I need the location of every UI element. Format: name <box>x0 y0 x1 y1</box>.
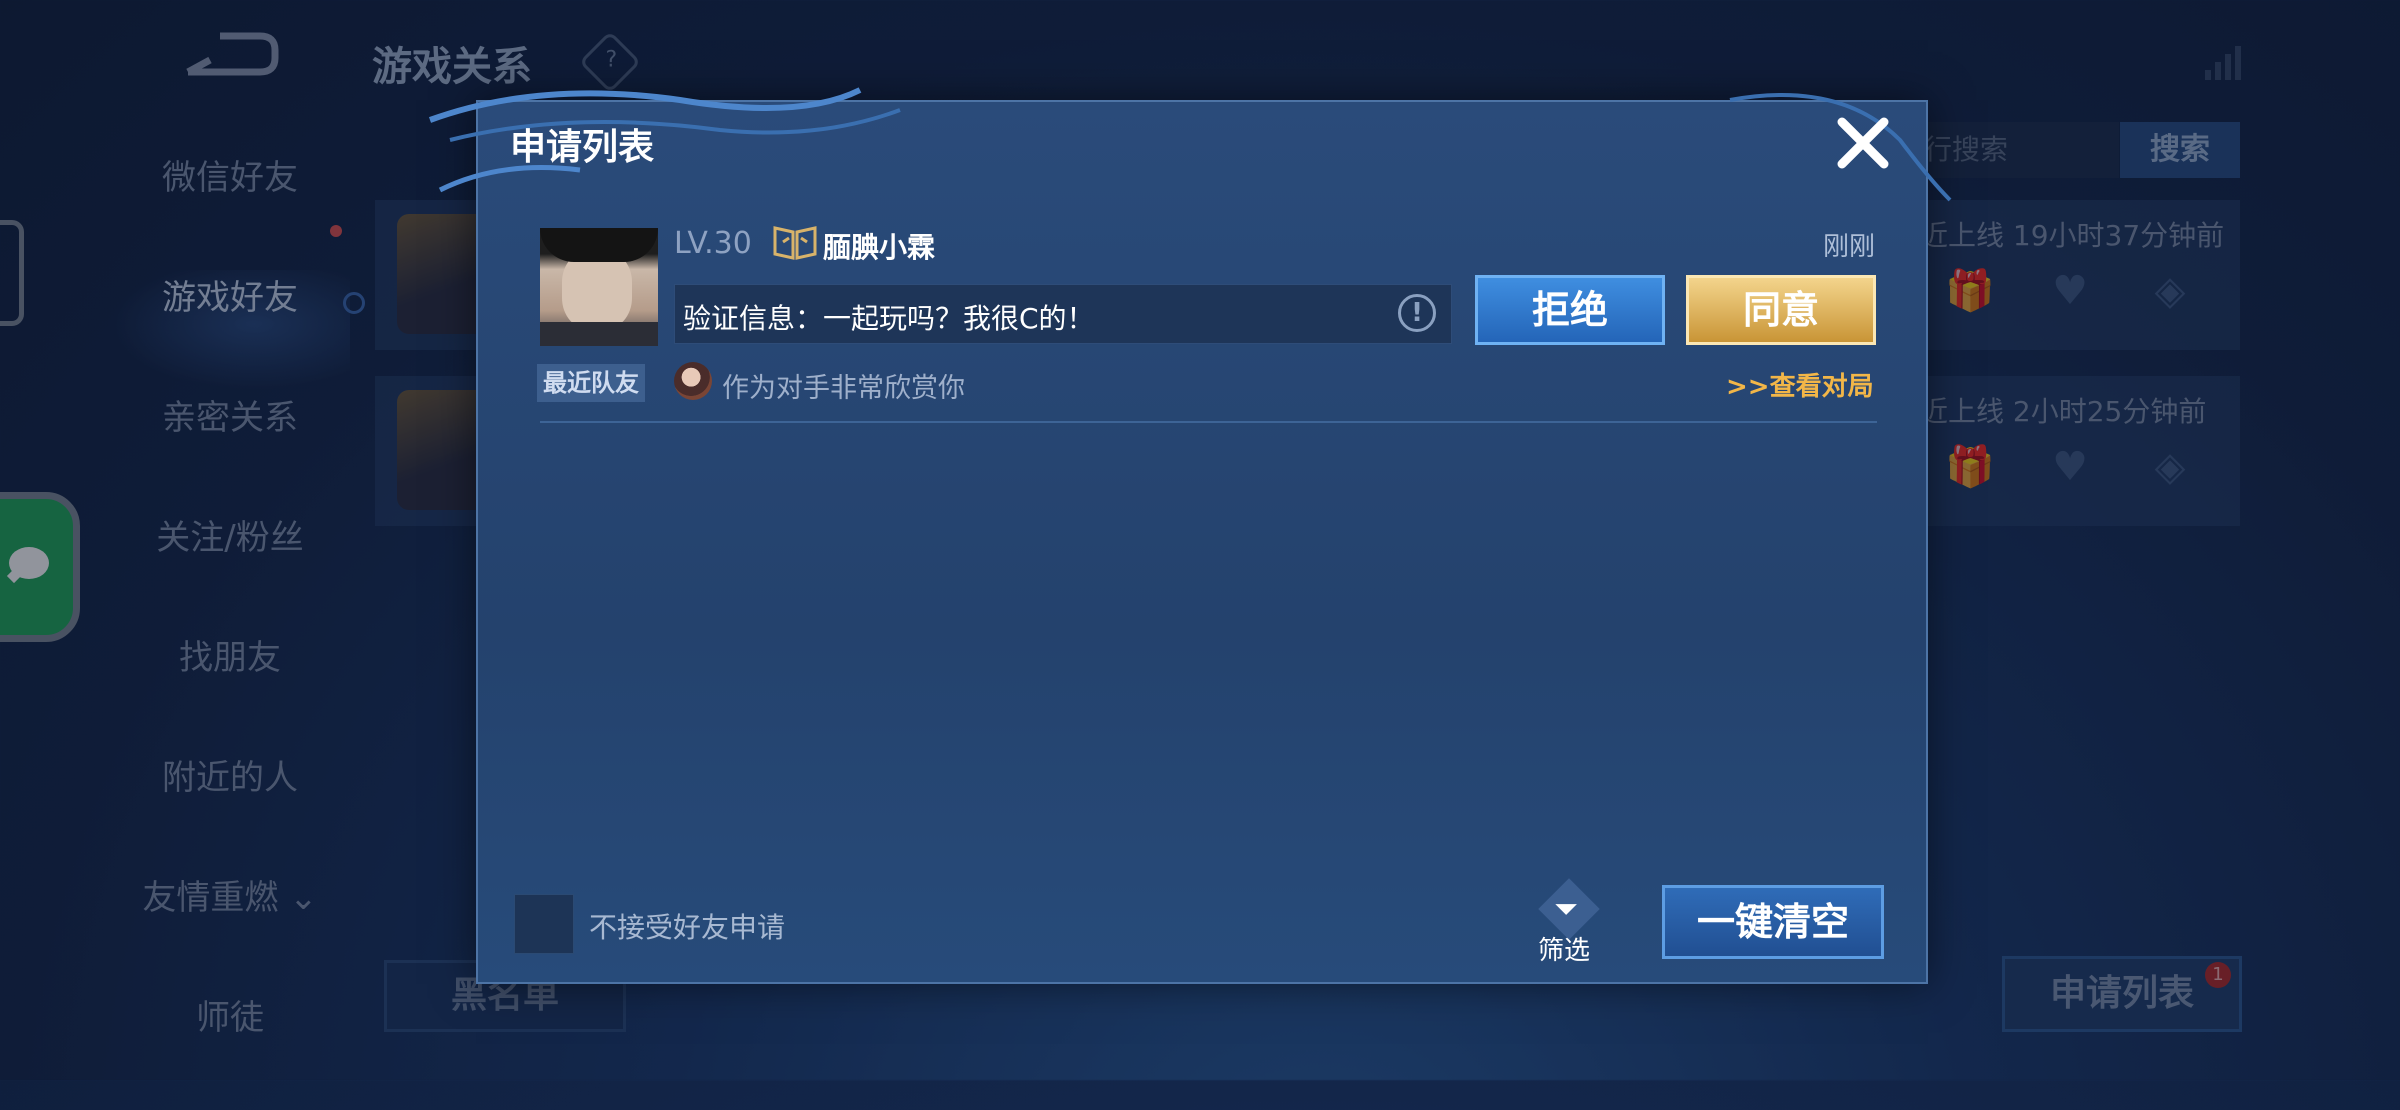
rank-book-icon <box>773 226 817 260</box>
verification-message: 验证信息：一起玩吗？我很C的！ <box>683 302 1095 335</box>
reject-button[interactable]: 拒绝 <box>1475 275 1665 345</box>
view-match-link[interactable]: >>查看对局 <box>1726 366 1874 403</box>
close-icon[interactable] <box>1832 112 1894 174</box>
relation-note: 作为对手非常欣赏你 <box>722 373 965 404</box>
filter-label[interactable]: 筛选 <box>1538 930 1590 967</box>
hero-avatar <box>674 362 712 400</box>
requester-nickname: 腼腆小霖 <box>823 231 936 264</box>
clear-all-button[interactable]: 一键清空 <box>1662 885 1884 959</box>
requester-avatar[interactable] <box>540 228 658 346</box>
recent-teammate-tag: 最近队友 <box>537 364 645 402</box>
decoration-swirl-icon <box>428 87 901 193</box>
report-icon[interactable]: ! <box>1398 294 1436 332</box>
reject-requests-label: 不接受好友申请 <box>589 911 786 944</box>
divider <box>540 421 1877 423</box>
request-time: 刚刚 <box>1823 232 1876 262</box>
accept-button[interactable]: 同意 <box>1686 275 1876 345</box>
funnel-icon: ⏷ <box>1554 892 1578 927</box>
requester-level: LV.30 <box>674 226 752 261</box>
reject-requests-checkbox[interactable] <box>514 894 574 954</box>
dialog-title: 申请列表 <box>510 127 655 168</box>
